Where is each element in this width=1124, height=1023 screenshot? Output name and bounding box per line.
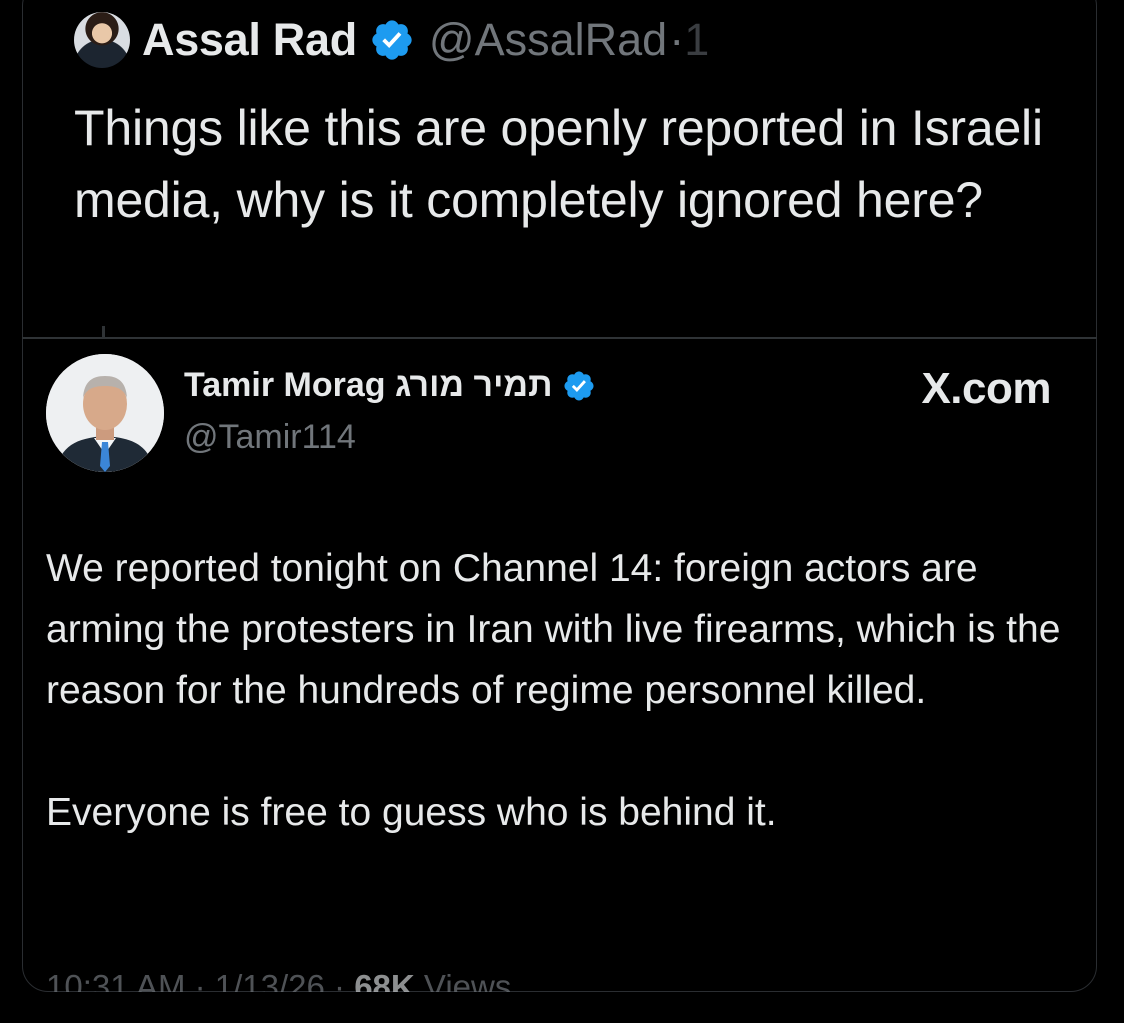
- quoted-author-handle[interactable]: @Tamir114: [184, 418, 356, 457]
- meta-separator: ·: [669, 14, 685, 65]
- quoted-avatar[interactable]: [46, 354, 164, 472]
- verified-badge-icon: [564, 370, 595, 401]
- person-photo-icon: [46, 354, 164, 472]
- crop-edge: [22, 992, 1097, 1023]
- quoted-tweet-text: We reported tonight on Channel 14: forei…: [46, 538, 1076, 904]
- divider: [22, 337, 1097, 339]
- outer-tweet-header: Assal Rad @AssalRad · 1: [74, 10, 709, 70]
- quoted-paragraph: We reported tonight on Channel 14: forei…: [46, 547, 1061, 712]
- avatar[interactable]: [74, 12, 130, 68]
- quoted-author-name[interactable]: Tamir Morag תמיר מורג: [184, 366, 552, 405]
- quoted-paragraph: Everyone is free to guess who is behind …: [46, 791, 777, 834]
- author-name[interactable]: Assal Rad: [142, 14, 357, 66]
- screenshot: Assal Rad @AssalRad · 1 Things like this…: [0, 0, 1124, 1023]
- source-logo[interactable]: X.com: [921, 364, 1051, 414]
- tweet-text: Things like this are openly reported in …: [74, 100, 1043, 228]
- author-handle[interactable]: @AssalRad: [429, 14, 667, 66]
- quoted-author-row: Tamir Morag תמיר מורג: [184, 366, 596, 405]
- post-time[interactable]: 1: [684, 14, 709, 66]
- verified-badge-icon: [372, 20, 412, 60]
